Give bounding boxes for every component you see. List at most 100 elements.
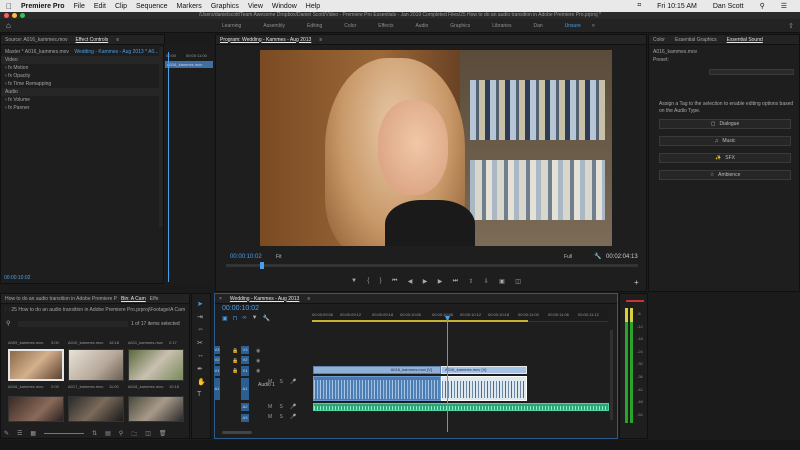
- tab-essential-sound[interactable]: Essential Sound: [727, 37, 763, 43]
- workspace-dan[interactable]: Dan: [522, 23, 553, 29]
- clip-thumbnail-a017[interactable]: [68, 349, 124, 381]
- mark-in-icon[interactable]: {: [367, 278, 369, 288]
- menu-list-icon[interactable]: ☰: [781, 2, 787, 10]
- step-back-icon[interactable]: ◀: [408, 278, 413, 288]
- audio-clip-2[interactable]: [441, 376, 527, 401]
- list-view-icon[interactable]: ☰: [17, 430, 22, 440]
- zoom-slider[interactable]: [44, 430, 85, 434]
- add-marker-icon[interactable]: ▼: [351, 278, 357, 288]
- lift-icon[interactable]: ⇧: [468, 278, 473, 288]
- tab-source[interactable]: Source: A016_kammes.mov: [5, 37, 68, 43]
- mark-out-icon[interactable]: }: [380, 278, 382, 288]
- extract-icon[interactable]: ⇩: [484, 278, 489, 288]
- sequence-clip-label[interactable]: Wedding - Kammes - Aug 2013 * A0...: [74, 49, 158, 55]
- effect-controls-timecode[interactable]: 00:00:10:02: [4, 275, 30, 281]
- button-editor-icon[interactable]: +: [634, 278, 639, 287]
- video-clip-1[interactable]: A016_kammes.mov [V]: [313, 366, 441, 374]
- track-a1-target[interactable]: A1: [241, 378, 249, 400]
- tab-effect-controls[interactable]: Effect Controls: [76, 37, 109, 43]
- clip-indicator-right[interactable]: [634, 300, 644, 302]
- track-select-icon[interactable]: ⇥: [197, 313, 203, 321]
- tab-project[interactable]: How to do an audio transition in Adobe P…: [5, 296, 117, 302]
- track-a1-source[interactable]: A1: [214, 378, 220, 400]
- search-icon[interactable]: ⚲: [760, 2, 765, 10]
- panel-menu-icon[interactable]: ≡: [307, 296, 310, 302]
- share-icon[interactable]: ⇧: [788, 22, 794, 30]
- timeline-zoom-scrollbar[interactable]: [222, 431, 252, 434]
- track-a2-target[interactable]: A2: [241, 403, 249, 411]
- apple-menu-icon[interactable]: : [6, 2, 12, 11]
- program-monitor-title[interactable]: Program: Wedding - Kammes - Aug 2013: [220, 37, 311, 43]
- dialogue-button[interactable]: ▢ Dialogue: [659, 119, 791, 129]
- track-a3-target[interactable]: A3: [241, 414, 249, 422]
- track-v3-target[interactable]: V3: [241, 346, 249, 354]
- menu-clip[interactable]: Clip: [115, 3, 127, 10]
- menu-help[interactable]: Help: [306, 3, 320, 10]
- automate-icon[interactable]: ▤: [105, 430, 111, 440]
- workspace-editing[interactable]: Editing: [296, 23, 333, 29]
- effect-row-time-remapping[interactable]: › fx Time Remapping: [1, 80, 164, 88]
- program-playhead[interactable]: [260, 262, 264, 269]
- zoom-window-button[interactable]: [20, 13, 25, 18]
- menu-graphics[interactable]: Graphics: [211, 3, 239, 10]
- hand-tool-icon[interactable]: ✋: [197, 378, 206, 386]
- clip-thumbnail-a018[interactable]: [128, 349, 184, 381]
- icon-view-icon[interactable]: ▦: [30, 430, 36, 440]
- workspace-more-icon[interactable]: »: [592, 23, 595, 29]
- workspace-effects[interactable]: Effects: [367, 23, 404, 29]
- ambience-button[interactable]: ☃ Ambience: [659, 170, 791, 180]
- program-timecode[interactable]: 00:00:10:02: [230, 254, 262, 260]
- pen-tool-icon[interactable]: ✒: [197, 365, 203, 373]
- sort-icon[interactable]: ⇅: [92, 430, 97, 440]
- program-scrubber[interactable]: [226, 264, 638, 267]
- effect-controls-timeline[interactable]: 00:00 00:00:11:00 A016_kammes.mov: [163, 44, 213, 284]
- menu-markers[interactable]: Markers: [177, 3, 202, 10]
- linked-selection-icon[interactable]: ∞: [242, 315, 246, 322]
- ec-clip-bar[interactable]: A016_kammes.mov: [165, 61, 213, 68]
- a3-track-ms[interactable]: M S 🎤: [268, 414, 300, 420]
- timeline-wrench-icon[interactable]: 🔧: [263, 315, 270, 322]
- export-frame-icon[interactable]: ▣: [499, 278, 505, 288]
- app-menu[interactable]: Premiere Pro: [21, 3, 65, 10]
- ec-playhead[interactable]: [168, 52, 169, 282]
- effect-row-opacity[interactable]: › fx Opacity: [1, 72, 164, 80]
- work-area-bar[interactable]: [312, 320, 528, 322]
- step-forward-icon[interactable]: ▶: [438, 278, 443, 288]
- track-v1-source[interactable]: V1: [214, 366, 220, 376]
- track-v2-source[interactable]: V2: [214, 356, 220, 364]
- menu-file[interactable]: File: [74, 3, 85, 10]
- project-search-input[interactable]: [18, 321, 128, 327]
- audio-clip-1[interactable]: [313, 376, 441, 401]
- sfx-button[interactable]: ✨ SFX: [659, 153, 791, 163]
- snap-icon[interactable]: ⊓: [233, 315, 238, 322]
- workspace-graphics[interactable]: Graphics: [439, 23, 481, 29]
- user-name[interactable]: Dan Scott: [713, 3, 744, 10]
- timeline-playhead-line[interactable]: [447, 322, 448, 432]
- panel-menu-icon[interactable]: ≡: [319, 37, 322, 43]
- pencil-icon[interactable]: ✎: [4, 430, 9, 440]
- video-frame[interactable]: [260, 50, 612, 246]
- razor-tool-icon[interactable]: ✂: [197, 339, 203, 347]
- workspace-audio[interactable]: Audio: [404, 23, 439, 29]
- track-lock-icons[interactable]: 🔒 🔒 🔒: [232, 346, 238, 376]
- tab-bin-a-cam[interactable]: Bin: A Cam: [121, 296, 146, 302]
- tab-color[interactable]: Color: [653, 37, 665, 43]
- clip-thumbnail-5[interactable]: [68, 396, 124, 422]
- clip-thumbnail-a016[interactable]: [8, 349, 64, 381]
- comparison-view-icon[interactable]: ◫: [515, 278, 521, 288]
- track-v3-source[interactable]: V3: [214, 346, 220, 354]
- workspace-unsure[interactable]: Unsure: [554, 23, 592, 29]
- home-icon[interactable]: ⌂: [6, 21, 11, 30]
- master-clip-label[interactable]: Master * A016_kammes.mov: [5, 49, 69, 55]
- effect-row-panner[interactable]: › fx Panner: [1, 104, 164, 112]
- workspace-assembly[interactable]: Assembly: [252, 23, 296, 29]
- track-v2-target[interactable]: V2: [241, 356, 249, 364]
- search-icon[interactable]: ⚲: [6, 320, 16, 327]
- play-icon[interactable]: ▶: [423, 278, 428, 288]
- video-clip-2[interactable]: A016_kammes.mov [V]: [441, 366, 527, 374]
- track-eye-icons[interactable]: ◉ ◉ ◉: [256, 346, 260, 376]
- timeline-tab[interactable]: Wedding - Kammes - Aug 2013: [230, 296, 299, 302]
- close-window-button[interactable]: [4, 13, 9, 18]
- menu-sequence[interactable]: Sequence: [136, 3, 168, 10]
- clip-thumbnail-4[interactable]: [8, 396, 64, 422]
